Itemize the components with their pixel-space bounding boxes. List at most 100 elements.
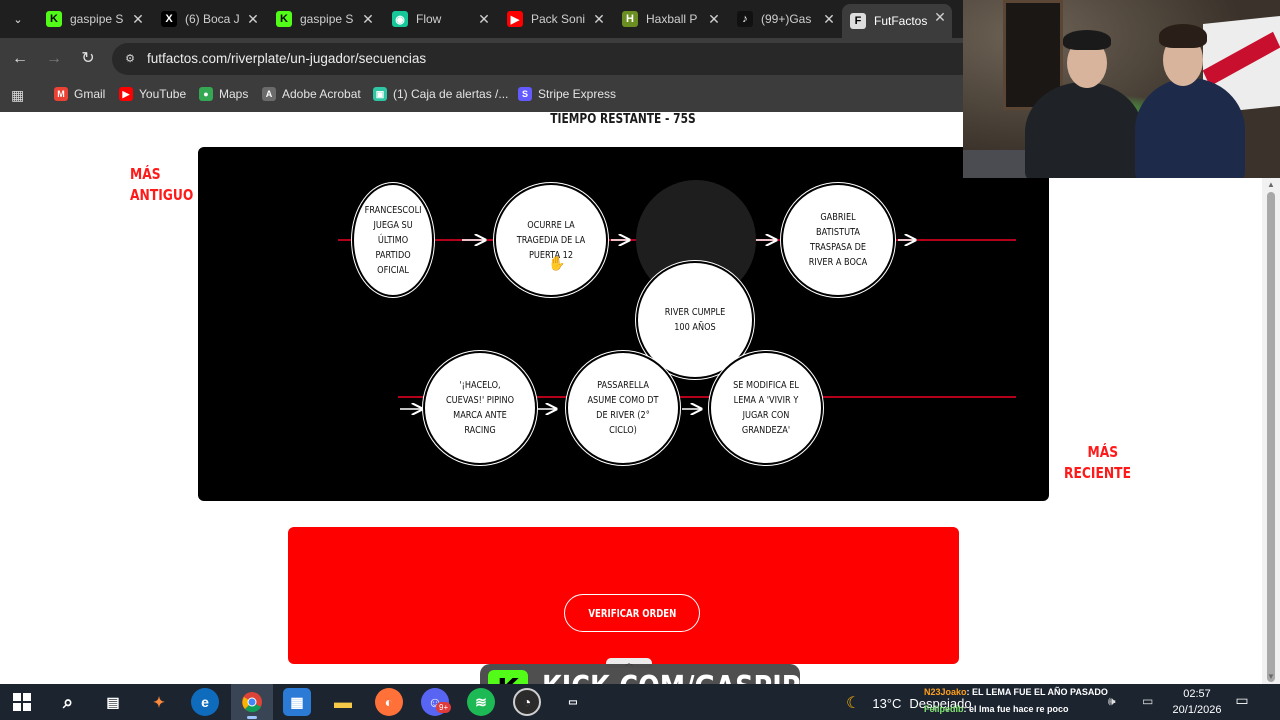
obs-icon[interactable]: ◔ <box>513 688 541 716</box>
chat-text: : el lma fue hace re poco <box>963 704 1069 714</box>
network-icon[interactable]: ▭ <box>1142 694 1153 708</box>
tab-title: Haxball P <box>646 12 698 26</box>
bookmark-label: Maps <box>219 87 249 101</box>
bookmark-youtube[interactable]: ▶ YouTube <box>119 87 186 101</box>
system-clock[interactable]: 02:57 20/1/2026 <box>1170 686 1224 718</box>
chat-text: : EL LEMA FUE EL AÑO PASADO <box>966 687 1108 697</box>
close-icon[interactable]: ✕ <box>821 11 837 27</box>
close-icon[interactable]: ✕ <box>591 11 607 27</box>
bookmark-label: (1) Caja de alertas /... <box>393 87 509 101</box>
spotify-icon[interactable]: ≋ <box>467 688 495 716</box>
chat-user: N23Joako <box>924 687 967 697</box>
streamer-right <box>1135 78 1245 178</box>
tab-3[interactable]: Kgaspipe S ✕ <box>268 6 380 32</box>
chrome-icon[interactable] <box>238 688 266 719</box>
futfactos-icon: F <box>850 13 866 29</box>
maps-icon: ● <box>199 87 213 101</box>
youtube-icon: ▶ <box>507 11 523 27</box>
oldest-label-text: MÁS ANTIGUO <box>130 165 194 204</box>
url-text[interactable]: futfactos.com/riverplate/un-jugador/secu… <box>147 51 426 66</box>
files-icon[interactable]: ▬ <box>329 688 357 716</box>
acrobat-icon: A <box>262 87 276 101</box>
tab-8[interactable]: F FutFactos ✕ <box>842 4 952 38</box>
close-icon[interactable]: ✕ <box>476 11 492 27</box>
edge-icon[interactable]: e <box>191 688 219 716</box>
tab-4[interactable]: ◉ Flow ✕ <box>384 6 496 32</box>
bookmark-gmail[interactable]: M Gmail <box>54 87 105 101</box>
flow-icon: ◉ <box>392 11 408 27</box>
event-text: RIVER CUMPLE 100 AÑOS <box>664 307 726 333</box>
windows-taskbar: ⌕ ▤ ✦ e ▦ ▬ ◐ ☺ 9+ ≋ ◔ ▭ ☾ 13°C Despejad… <box>0 684 1280 720</box>
sequence-board: FRANCESCOLI JUEGA SU ÚLTIMO PARTIDO OFIC… <box>198 147 1049 501</box>
streamer-left-cap <box>1063 30 1111 50</box>
tab-5[interactable]: ▶ Pack Soni ✕ <box>499 6 611 32</box>
windows-start-icon[interactable] <box>8 688 36 716</box>
newest-label-text: MÁS RECIENTE <box>1064 443 1131 482</box>
tab-6[interactable]: H Haxball P ✕ <box>614 6 726 32</box>
moon-icon: ☾ <box>846 695 861 712</box>
chat-user: Felipedib <box>924 704 964 714</box>
tab-title: gaspipe S <box>70 12 124 26</box>
tab-2[interactable]: X (6) Boca J ✕ <box>153 6 265 32</box>
event-text: '¡HACELO, CUEVAS!' PIPINO MARCA ANTE RAC… <box>445 380 515 436</box>
scroll-down-icon[interactable]: ▼ <box>1266 672 1276 682</box>
firefox-icon[interactable]: ◐ <box>375 688 403 716</box>
close-icon[interactable]: ✕ <box>360 11 376 27</box>
volume-icon[interactable]: 🕪 <box>1108 694 1116 709</box>
kick-icon: K <box>276 11 292 27</box>
tab-search-menu-icon[interactable]: ⌄ <box>6 7 30 31</box>
bookmark-stripe[interactable]: S Stripe Express <box>518 87 616 101</box>
tab-7[interactable]: ♪ (99+)Gas ✕ <box>729 6 841 32</box>
game-icon[interactable]: ▭ <box>559 688 587 716</box>
web-page: TIEMPO RESTANTE - 75S MÁS ANTIGUO FRANCE… <box>0 112 1262 684</box>
clock-date: 20/1/2026 <box>1172 704 1222 716</box>
event-card-cien-anos[interactable]: RIVER CUMPLE 100 AÑOS <box>638 263 752 377</box>
event-text: FRANCESCOLI JUEGA SU ÚLTIMO PARTIDO OFIC… <box>364 204 422 276</box>
haxball-icon: H <box>622 11 638 27</box>
event-text: SE MODIFICA EL LEMA A 'VIVIR Y JUGAR CON… <box>733 380 799 436</box>
event-text: PASSARELLA ASUME COMO DT DE RIVER (2° CI… <box>587 380 659 436</box>
task-view-icon[interactable]: ▤ <box>99 688 127 716</box>
copilot-icon[interactable]: ✦ <box>145 688 173 716</box>
oldest-label: MÁS ANTIGUO <box>130 164 196 206</box>
bookmark-acrobat[interactable]: A Adobe Acrobat <box>262 87 361 101</box>
event-card-puerta12[interactable]: OCURRE LA TRAGEDIA DE LA PUERTA 12 <box>496 185 606 295</box>
event-card-passarella[interactable]: PASSARELLA ASUME COMO DT DE RIVER (2° CI… <box>568 353 678 463</box>
page-scrollbar[interactable]: ▲ ▼ <box>1262 178 1280 684</box>
weather-temp: 13°C <box>872 695 902 711</box>
bookmark-label: Gmail <box>74 87 106 101</box>
close-icon[interactable]: ✕ <box>130 11 146 27</box>
tab-title: (99+)Gas <box>761 12 812 26</box>
store-icon[interactable]: ▦ <box>283 688 311 716</box>
x-icon: X <box>161 11 177 27</box>
search-icon[interactable]: ⌕ <box>54 688 82 716</box>
forward-arrow-icon[interactable]: → <box>42 47 66 71</box>
close-icon[interactable]: ✕ <box>706 11 722 27</box>
navigation-bar: ← → ↻ ⚙ futfactos.com/riverplate/un-juga… <box>0 38 963 80</box>
notification-icon[interactable]: ▭ <box>1232 692 1252 712</box>
address-bar[interactable]: ⚙ futfactos.com/riverplate/un-jugador/se… <box>112 43 963 75</box>
stripe-icon: S <box>518 87 532 101</box>
site-info-icon[interactable]: ⚙ <box>122 51 138 67</box>
discord-badge: 9+ <box>436 702 452 713</box>
kick-icon: K <box>46 11 62 27</box>
event-card-batistuta[interactable]: GABRIEL BATISTUTA TRASPASA DE RIVER A BO… <box>783 185 893 295</box>
tab-1[interactable]: Kgaspipe S ✕ <box>38 6 150 32</box>
apps-grid-icon[interactable]: ▦ <box>11 87 24 104</box>
back-arrow-icon[interactable]: ← <box>8 47 32 71</box>
streamer-left <box>1025 82 1143 178</box>
close-icon[interactable]: ✕ <box>932 9 948 25</box>
event-card-lema[interactable]: SE MODIFICA EL LEMA A 'VIVIR Y JUGAR CON… <box>711 353 821 463</box>
bookmark-maps[interactable]: ● Maps <box>199 87 248 101</box>
chat-message: N23Joako: EL LEMA FUE EL AÑO PASADO <box>924 687 1108 697</box>
scrollbar-thumb[interactable] <box>1267 192 1275 682</box>
close-icon[interactable]: ✕ <box>245 11 261 27</box>
bookmark-alerts[interactable]: ▣ (1) Caja de alertas /... <box>373 87 508 101</box>
verify-order-button[interactable]: VERIFICAR ORDEN <box>564 594 700 632</box>
time-remaining: TIEMPO RESTANTE - 75S <box>550 112 696 127</box>
event-card-pipino[interactable]: '¡HACELO, CUEVAS!' PIPINO MARCA ANTE RAC… <box>425 353 535 463</box>
scroll-up-icon[interactable]: ▲ <box>1266 180 1276 190</box>
event-card-francescoli[interactable]: FRANCESCOLI JUEGA SU ÚLTIMO PARTIDO OFIC… <box>354 185 432 295</box>
reload-icon[interactable]: ↻ <box>76 47 100 71</box>
verify-order-label: VERIFICAR ORDEN <box>588 606 676 620</box>
